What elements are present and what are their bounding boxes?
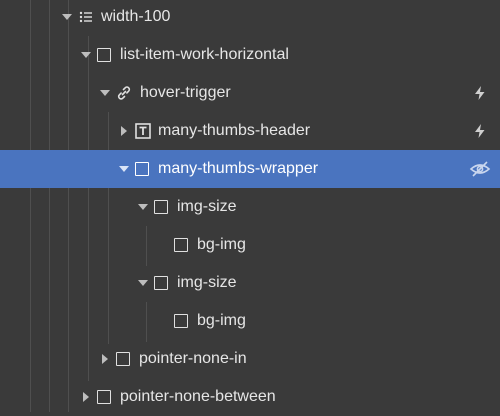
tree-item-label: bg-img — [197, 236, 246, 253]
tree-row-img-size[interactable]: img-size — [0, 264, 500, 302]
tree-row-many-thumbs-wrapper[interactable]: many-thumbs-wrapper — [0, 150, 500, 188]
tree-row-many-thumbs-header[interactable]: many-thumbs-header — [0, 112, 500, 150]
list-icon — [79, 11, 92, 23]
div-block-icon — [97, 390, 111, 404]
div-block-icon — [154, 276, 168, 290]
div-block-icon — [174, 238, 188, 252]
hidden-eye-icon[interactable] — [469, 160, 491, 178]
collapse-caret-icon[interactable] — [100, 88, 110, 98]
tree-item-label: pointer-none-in — [139, 350, 247, 367]
div-block-icon — [116, 352, 130, 366]
tree-row-img-size[interactable]: img-size — [0, 188, 500, 226]
tree-row-list-item-work-horizontal[interactable]: list-item-work-horizontal — [0, 36, 500, 74]
div-block-icon — [97, 48, 111, 62]
div-block-icon — [174, 314, 188, 328]
interaction-bolt-icon — [475, 86, 485, 100]
tree-item-label: pointer-none-between — [120, 388, 276, 405]
collapse-caret-icon[interactable] — [119, 164, 129, 174]
tree-item-label: hover-trigger — [140, 84, 231, 101]
tree-item-label: list-item-work-horizontal — [120, 46, 289, 63]
navigator-panel: width-100 list-item-work-horizontal hove… — [0, 0, 500, 412]
tree-item-label: bg-img — [197, 312, 246, 329]
text-block-icon — [135, 123, 151, 139]
interaction-bolt-icon — [475, 124, 485, 138]
div-block-icon — [154, 200, 168, 214]
collapse-caret-icon[interactable] — [81, 50, 91, 60]
tree-row-hover-trigger[interactable]: hover-trigger — [0, 74, 500, 112]
collapse-caret-icon[interactable] — [138, 278, 148, 288]
collapse-caret-icon[interactable] — [62, 12, 72, 22]
tree-item-label: many-thumbs-header — [158, 122, 311, 139]
tree-row-width-100[interactable]: width-100 — [0, 0, 500, 36]
link-icon — [117, 86, 131, 100]
tree-row-pointer-none-in[interactable]: pointer-none-in — [0, 340, 500, 378]
tree-item-label: img-size — [177, 198, 237, 215]
div-block-icon — [135, 162, 149, 176]
tree-row-pointer-none-between[interactable]: pointer-none-between — [0, 378, 500, 416]
tree-item-label: many-thumbs-wrapper — [158, 160, 319, 177]
tree-item-label: width-100 — [101, 8, 171, 25]
expand-caret-icon[interactable] — [100, 354, 110, 364]
expand-caret-icon[interactable] — [119, 126, 129, 136]
tree-row-bg-img[interactable]: bg-img — [0, 302, 500, 340]
expand-caret-icon[interactable] — [81, 392, 91, 402]
tree-row-bg-img[interactable]: bg-img — [0, 226, 500, 264]
tree-item-label: img-size — [177, 274, 237, 291]
collapse-caret-icon[interactable] — [138, 202, 148, 212]
